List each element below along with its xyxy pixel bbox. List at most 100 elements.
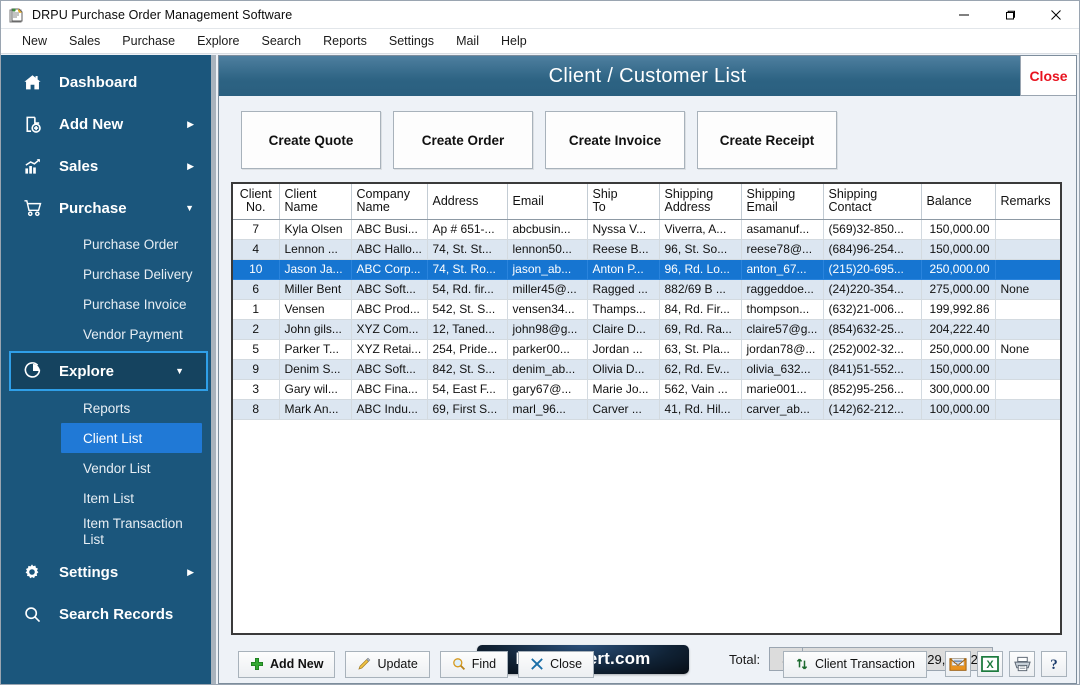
sidebar-subitem-vendor-list[interactable]: Vendor List: [1, 453, 216, 483]
col-shipping-email[interactable]: Shipping Email: [741, 184, 824, 220]
close-window-button[interactable]: [1033, 1, 1079, 29]
table-row[interactable]: 10 Jason Ja... ABC Corp... 74, St. Ro... jas…: [233, 259, 1060, 280]
sidebar-subitem-purchase-delivery[interactable]: Purchase Delivery: [1, 259, 216, 289]
minimize-button[interactable]: [941, 1, 987, 29]
cell-shipping-contact: (24)220-354...: [823, 279, 922, 300]
client-list-grid[interactable]: Client No. Client Name Company Name Addr…: [231, 182, 1062, 635]
col-company-name[interactable]: Company Name: [351, 184, 428, 220]
cell-ship-to: Carver ...: [587, 399, 660, 420]
sidebar-subitem-purchase-invoice[interactable]: Purchase Invoice: [1, 289, 216, 319]
add-new-label: Add New: [270, 657, 324, 671]
table-row[interactable]: 5 Parker T... XYZ Retai... 254, Pride... par…: [233, 339, 1060, 360]
help-icon[interactable]: ?: [1041, 651, 1067, 677]
cell-client-name: Jason Ja...: [279, 259, 352, 280]
cell-email: parker00...: [507, 339, 588, 360]
table-row[interactable]: 7 Kyla Olsen ABC Busi... Ap # 651-... abcbus…: [233, 219, 1060, 240]
window-titlebar: DRPU Purchase Order Management Software: [1, 1, 1079, 29]
sidebar-item-explore[interactable]: Explore ▼: [9, 351, 208, 391]
menu-item-search[interactable]: Search: [251, 31, 313, 51]
col-shipping-address[interactable]: Shipping Address: [659, 184, 742, 220]
cell-company-name: ABC Prod...: [351, 299, 428, 320]
col-ship-to[interactable]: Ship To: [587, 184, 660, 220]
cell-shipping-address: 63, St. Pla...: [659, 339, 742, 360]
cell-ship-to: Anton P...: [587, 259, 660, 280]
cell-remarks: [995, 259, 1060, 280]
table-row[interactable]: 9 Denim S... ABC Soft... 842, St. S... denim…: [233, 359, 1060, 380]
cell-remarks: None: [995, 279, 1060, 300]
cell-shipping-address: 69, Rd. Ra...: [659, 319, 742, 340]
mail-icon[interactable]: [945, 651, 971, 677]
sidebar-item-dashboard[interactable]: Dashboard: [1, 61, 216, 103]
cell-shipping-contact: (854)632-25...: [823, 319, 922, 340]
col-balance[interactable]: Balance: [921, 184, 996, 220]
cell-email: lennon50...: [507, 239, 588, 260]
col-address[interactable]: Address: [427, 184, 508, 220]
col-client-name-l2: Name: [284, 200, 318, 215]
sidebar-item-sales[interactable]: Sales ▶: [1, 145, 216, 187]
header-row: Client No. Client Name Company Name Addr…: [233, 184, 1060, 220]
sidebar-subitem-item-transaction-list[interactable]: Item Transaction List: [1, 513, 216, 551]
cell-client-name: Miller Bent: [279, 279, 352, 300]
col-remarks[interactable]: Remarks: [995, 184, 1060, 220]
update-button[interactable]: Update: [345, 650, 430, 678]
sidebar-label-dashboard: Dashboard: [59, 73, 138, 91]
print-icon[interactable]: [1009, 651, 1035, 677]
menu-item-new[interactable]: New: [11, 31, 58, 51]
cell-balance: 150,000.00: [921, 239, 996, 260]
sidebar-subitem-client-list[interactable]: Client List: [61, 423, 202, 453]
sidebar-subitem-purchase-order[interactable]: Purchase Order: [1, 229, 216, 259]
menu-item-purchase[interactable]: Purchase: [111, 31, 186, 51]
cell-balance: 300,000.00: [921, 379, 996, 400]
sidebar-item-search-records[interactable]: Search Records: [1, 593, 216, 635]
cell-balance: 199,992.86: [921, 299, 996, 320]
table-row[interactable]: 6 Miller Bent ABC Soft... 54, Rd. fir... mil…: [233, 279, 1060, 300]
menu-item-settings[interactable]: Settings: [378, 31, 445, 51]
create-quote-button[interactable]: Create Quote: [241, 111, 381, 169]
find-button[interactable]: Find: [439, 650, 509, 678]
table-row[interactable]: 3 Gary wil... ABC Fina... 54, East F... gary…: [233, 379, 1060, 400]
col-client-name[interactable]: Client Name: [279, 184, 352, 220]
cell-shipping-email: asamanuf...: [741, 219, 824, 240]
panel-close-button[interactable]: Close: [1020, 56, 1076, 96]
cell-client-no: 7: [233, 219, 280, 240]
svg-text:X: X: [986, 659, 994, 671]
sidebar-item-settings[interactable]: Settings ▶: [1, 551, 216, 593]
home-icon: [23, 73, 49, 92]
cell-client-no: 6: [233, 279, 280, 300]
sidebar-item-add-new[interactable]: Add New ▶: [1, 103, 216, 145]
col-shipping-contact[interactable]: Shipping Contact: [823, 184, 922, 220]
add-new-button[interactable]: Add New: [238, 650, 336, 678]
sidebar-item-purchase[interactable]: Purchase ▼: [1, 187, 216, 229]
table-row[interactable]: 2 John gils... XYZ Com... 12, Taned... john9…: [233, 319, 1060, 340]
cell-client-no: 1: [233, 299, 280, 320]
close-button[interactable]: Close: [518, 650, 595, 678]
menu-item-reports[interactable]: Reports: [312, 31, 378, 51]
cell-client-no: 4: [233, 239, 280, 260]
menu-bar: New Sales Purchase Explore Search Report…: [1, 29, 1079, 54]
excel-icon[interactable]: X: [977, 651, 1003, 677]
table-row[interactable]: 4 Lennon ... ABC Hallo... 74, St. St... lenn…: [233, 239, 1060, 260]
cell-company-name: XYZ Retai...: [351, 339, 428, 360]
sidebar-subitem-item-list[interactable]: Item List: [1, 483, 216, 513]
cell-company-name: ABC Fina...: [351, 379, 428, 400]
maximize-button[interactable]: [987, 1, 1033, 29]
sidebar-subitem-reports[interactable]: Reports: [1, 393, 216, 423]
col-email[interactable]: Email: [507, 184, 588, 220]
menu-item-mail[interactable]: Mail: [445, 31, 490, 51]
create-order-button[interactable]: Create Order: [393, 111, 533, 169]
create-receipt-button[interactable]: Create Receipt: [697, 111, 837, 169]
menu-item-explore[interactable]: Explore: [186, 31, 250, 51]
menu-item-help[interactable]: Help: [490, 31, 538, 51]
chevron-right-icon-add-new: ▶: [187, 118, 194, 129]
table-row[interactable]: 8 Mark An... ABC Indu... 69, First S... marl…: [233, 399, 1060, 420]
cell-client-name: Mark An...: [279, 399, 352, 420]
table-row[interactable]: 1 Vensen ABC Prod... 542, St. S... vensen34.…: [233, 299, 1060, 320]
cell-client-no: 2: [233, 319, 280, 340]
client-transaction-button[interactable]: Client Transaction: [782, 650, 927, 678]
col-client-no[interactable]: Client No.: [233, 184, 280, 220]
sidebar-label-sales: Sales: [59, 157, 99, 175]
sidebar-subitem-vendor-payment[interactable]: Vendor Payment: [1, 319, 216, 349]
menu-item-sales[interactable]: Sales: [58, 31, 111, 51]
item-transaction-line2: List: [83, 532, 105, 547]
create-invoice-button[interactable]: Create Invoice: [545, 111, 685, 169]
